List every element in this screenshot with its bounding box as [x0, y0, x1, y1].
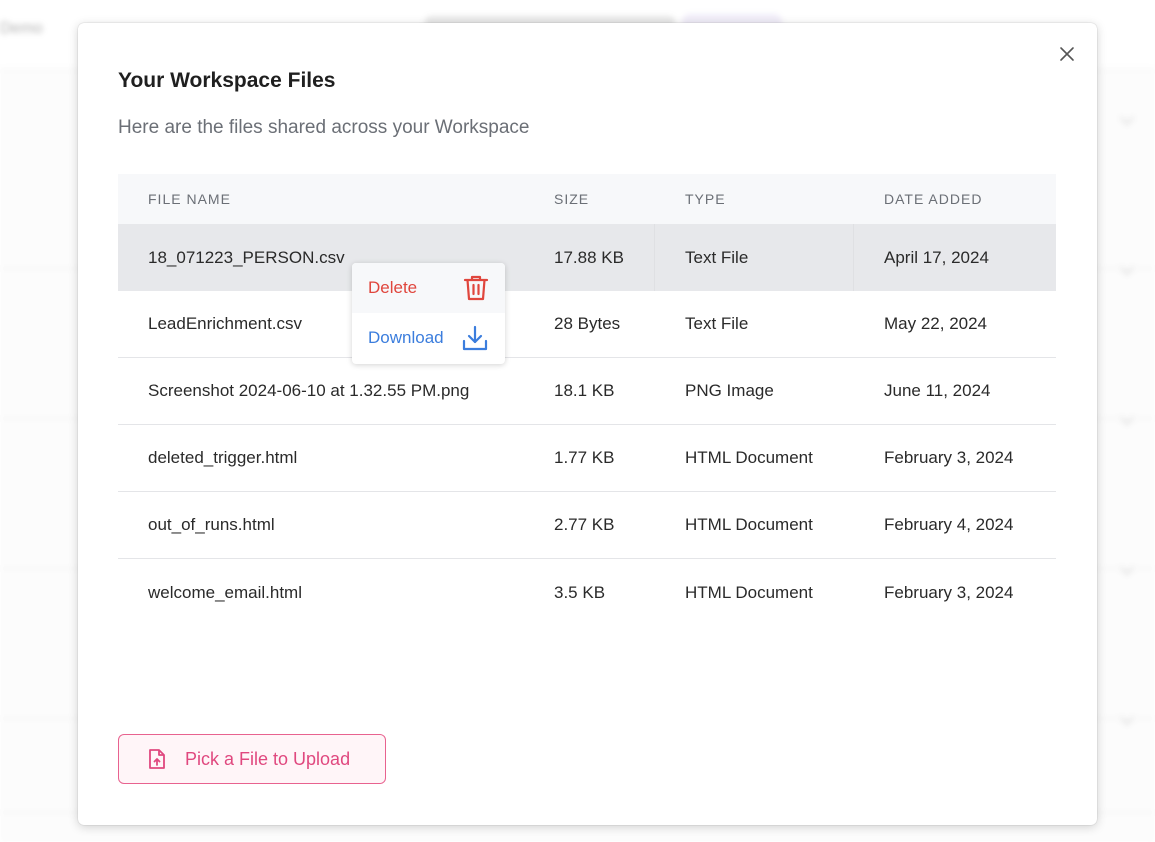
file-date-cell: February 3, 2024: [884, 448, 1014, 467]
table-row[interactable]: Screenshot 2024-06-10 at 1.32.55 PM.png …: [118, 358, 1056, 425]
file-type-cell: HTML Document: [685, 448, 813, 467]
file-type-cell: PNG Image: [685, 381, 774, 400]
file-upload-icon: [149, 749, 165, 769]
file-type-cell: HTML Document: [685, 515, 813, 534]
table-row[interactable]: out_of_runs.html 2.77 KB HTML Document F…: [118, 492, 1056, 559]
file-size-cell: 28 Bytes: [554, 314, 621, 333]
file-name-cell: out_of_runs.html: [148, 515, 275, 534]
file-size-cell: 18.1 KB: [554, 381, 615, 400]
file-date-cell: June 11, 2024: [884, 381, 991, 400]
modal-title: Your Workspace Files: [118, 69, 336, 92]
table-row[interactable]: deleted_trigger.html 1.77 KB HTML Docume…: [118, 425, 1056, 492]
download-icon: [462, 325, 488, 351]
modal-subtitle: Here are the files shared across your Wo…: [118, 117, 530, 138]
delete-label: Delete: [368, 278, 418, 297]
file-context-menu: Delete Download: [352, 263, 505, 364]
table-header: FILE NAME SIZE TYPE DATE ADDED: [118, 174, 1056, 224]
close-icon: [1060, 47, 1074, 61]
upload-button-label: Pick a File to Upload: [185, 748, 351, 769]
file-date-cell: April 17, 2024: [884, 247, 989, 267]
table-row[interactable]: 18_071223_PERSON.csv 17.88 KB Text File …: [118, 224, 1056, 291]
file-size-cell: 2.77 KB: [554, 515, 615, 534]
file-date-cell: February 3, 2024: [884, 582, 1014, 602]
file-size-cell: 3.5 KB: [554, 582, 606, 602]
file-date-cell: May 22, 2024: [884, 314, 988, 333]
file-name-cell: welcome_email.html: [148, 582, 302, 602]
delete-file-button[interactable]: Delete: [352, 263, 505, 313]
files-table: FILE NAME SIZE TYPE DATE ADDED 18_071223…: [118, 174, 1056, 626]
column-header-size[interactable]: SIZE: [524, 174, 655, 224]
download-file-button[interactable]: Download: [352, 313, 505, 363]
file-size-cell: 17.88 KB: [524, 224, 655, 291]
download-label: Download: [368, 328, 444, 347]
upload-file-button[interactable]: Pick a File to Upload: [118, 734, 386, 784]
file-type-cell: HTML Document: [685, 582, 813, 602]
file-type-cell: Text File: [655, 224, 854, 291]
file-size-cell: 1.77 KB: [554, 448, 615, 467]
table-row[interactable]: welcome_email.html 3.5 KB HTML Document …: [118, 559, 1056, 626]
close-button[interactable]: [1057, 44, 1077, 64]
column-header-date-added[interactable]: DATE ADDED: [854, 174, 1056, 224]
file-name-cell: Screenshot 2024-06-10 at 1.32.55 PM.png: [148, 381, 470, 400]
workspace-files-modal: Your Workspace Files Here are the files …: [78, 23, 1097, 825]
table-row[interactable]: LeadEnrichment.csv 28 Bytes Text File Ma…: [118, 291, 1056, 358]
column-header-type[interactable]: TYPE: [655, 174, 854, 224]
file-date-cell: February 4, 2024: [884, 515, 1014, 534]
file-type-cell: Text File: [685, 314, 749, 333]
column-header-file-name[interactable]: FILE NAME: [118, 174, 524, 224]
file-name-cell: deleted_trigger.html: [148, 448, 298, 467]
trash-icon: [463, 275, 489, 301]
